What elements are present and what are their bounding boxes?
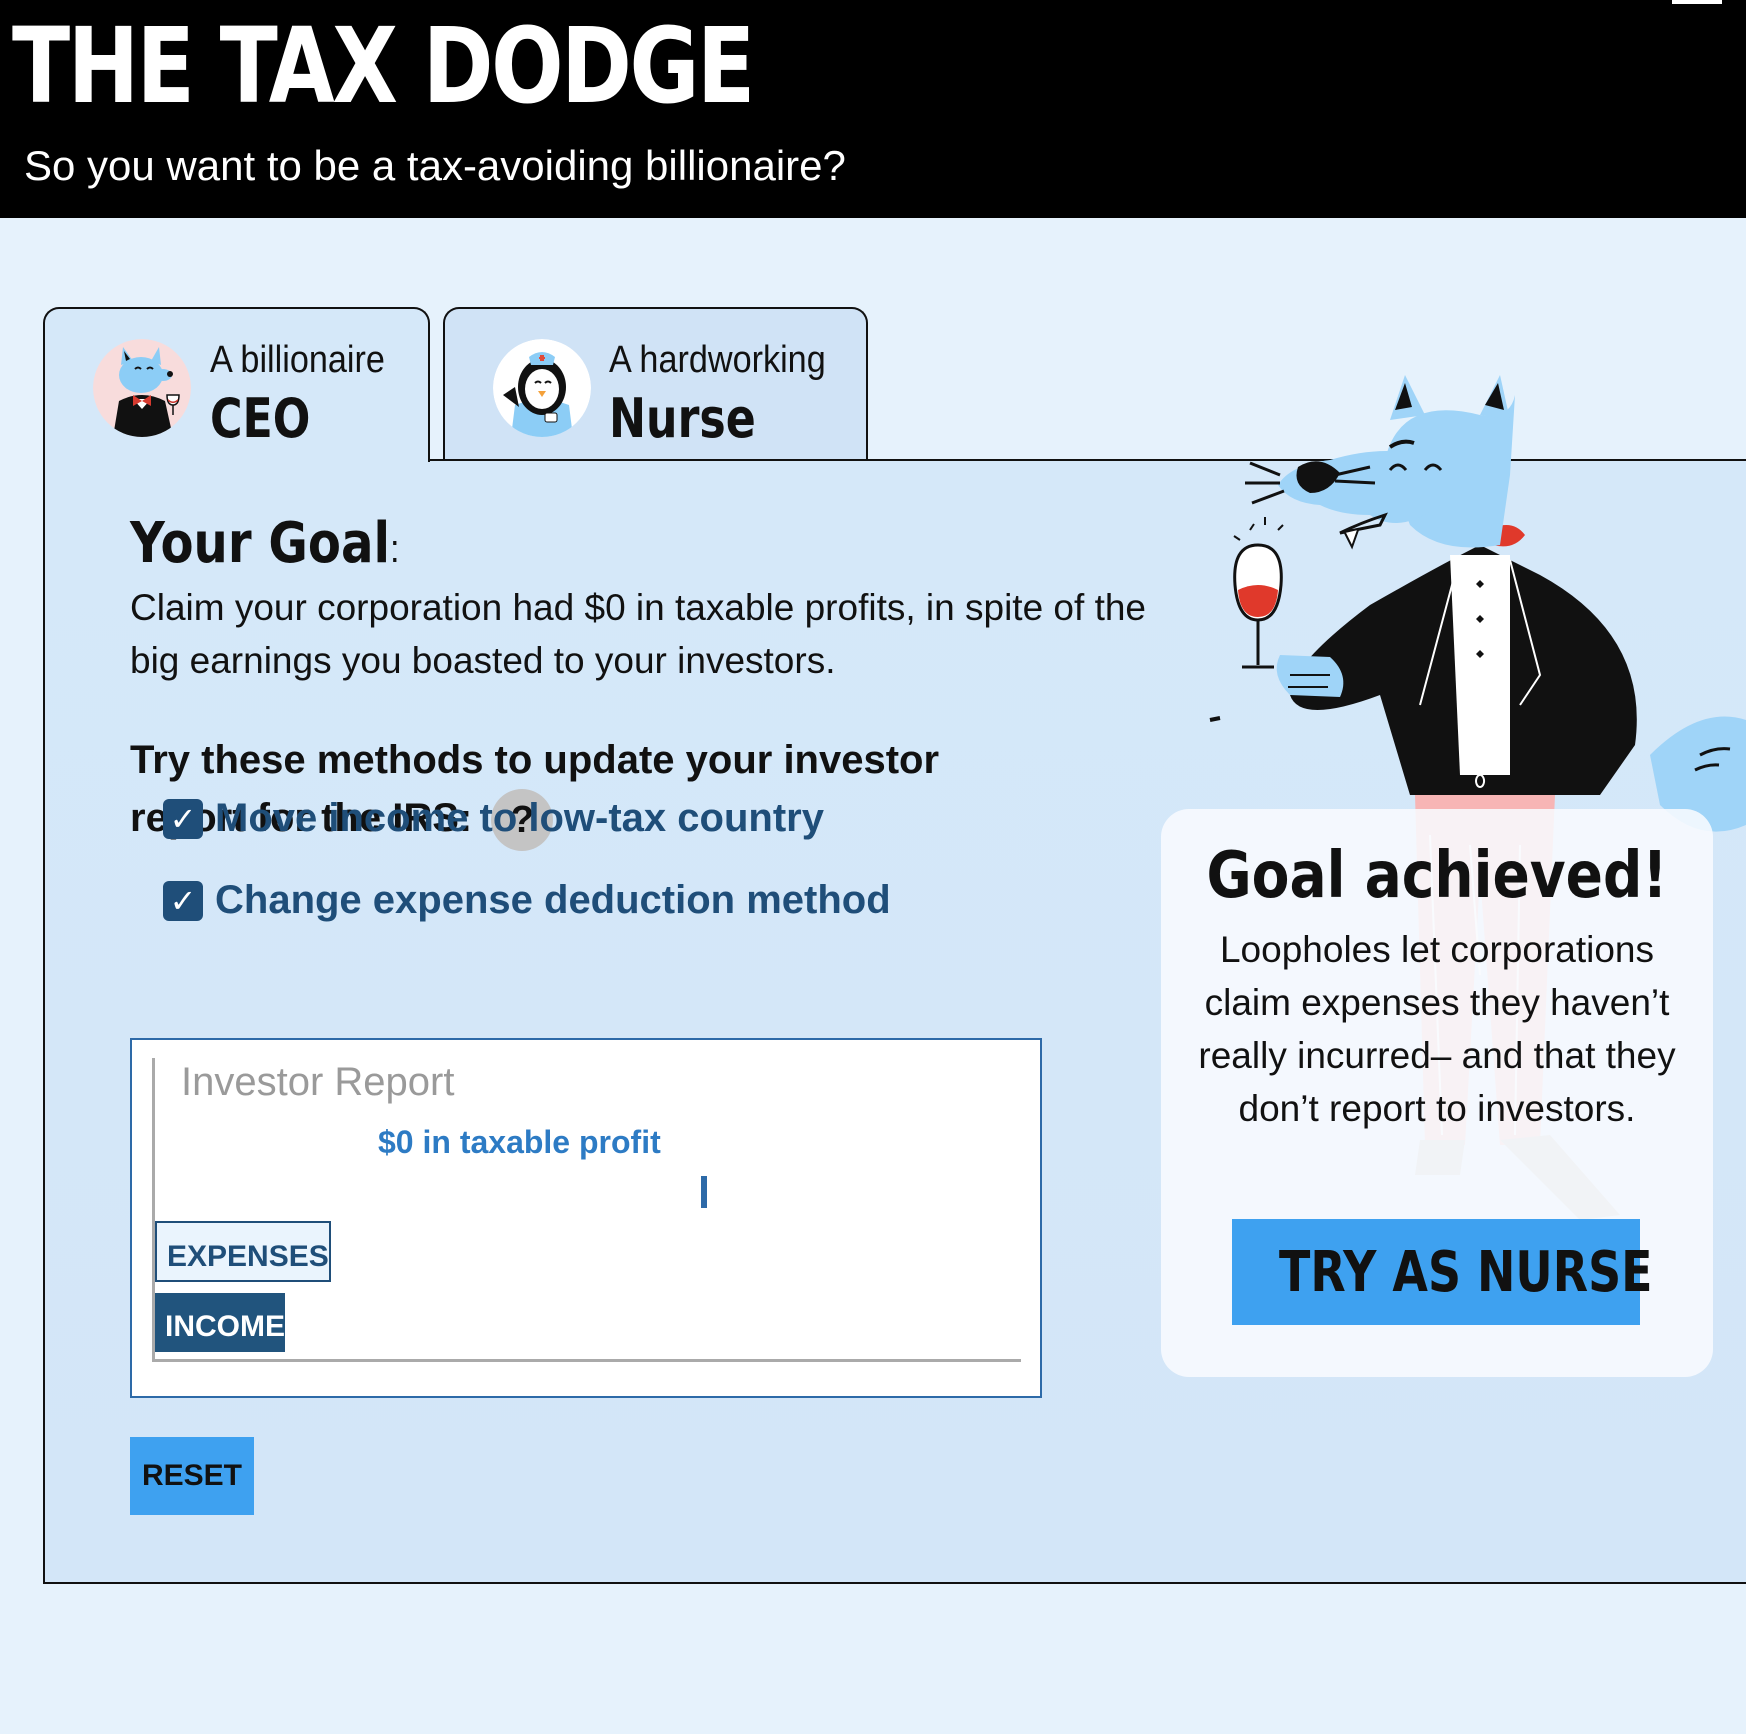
- goal-description: Claim your corporation had $0 in taxable…: [130, 587, 1147, 681]
- result-description: Loopholes let corporations claim expense…: [1198, 929, 1676, 1129]
- investor-report-chart: Investor Report $0 in taxable profit EXP…: [130, 1038, 1042, 1398]
- goal-heading-colon: :: [389, 527, 400, 571]
- taxable-profit-label: $0 in taxable profit: [378, 1124, 661, 1160]
- tab-nurse-subtitle: A hardworking: [609, 339, 826, 381]
- tab-ceo[interactable]: A billionaire CEO: [43, 307, 430, 462]
- checkbox-checked-icon: ✓: [163, 798, 203, 839]
- goal-heading-text: Your Goal: [130, 511, 390, 576]
- income-bar-label: INCOME: [165, 1310, 285, 1343]
- goal-heading: Your Goal:: [130, 511, 400, 576]
- expenses-bar: EXPENSES: [155, 1221, 331, 1282]
- method-move-income-checkbox[interactable]: ✓ Move income to low-tax country: [163, 796, 824, 841]
- reset-button[interactable]: RESET: [130, 1437, 254, 1515]
- penguin-nurse-icon: [493, 339, 591, 437]
- income-bar: INCOME: [155, 1293, 285, 1352]
- result-title: Goal achieved!: [1206, 839, 1668, 913]
- try-as-nurse-button[interactable]: TRY AS NURSE: [1232, 1219, 1653, 1325]
- method-move-income-label: Move income to low-tax country: [215, 796, 824, 840]
- chart-title: Investor Report: [181, 1060, 455, 1104]
- checkbox-checked-icon: ✓: [163, 880, 203, 921]
- header-corner-mark: [1672, 0, 1722, 4]
- page-subtitle: So you want to be a tax-avoiding billion…: [24, 142, 846, 189]
- chart-x-axis: [152, 1359, 1021, 1362]
- expenses-bar-label: EXPENSES: [167, 1240, 329, 1273]
- try-as-nurse-label: TRY AS NURSE: [1278, 1239, 1653, 1305]
- wolf-ceo-icon: [93, 339, 191, 437]
- tab-nurse-title: Nurse: [609, 387, 756, 450]
- page-title: THE TAX DODGE: [12, 5, 755, 127]
- tab-ceo-subtitle: A billionaire: [210, 339, 385, 381]
- method-expense-deduction-checkbox[interactable]: ✓ Change expense deduction method: [163, 878, 891, 923]
- tab-nurse[interactable]: A hardworking Nurse: [443, 307, 868, 459]
- tab-ceo-title: CEO: [210, 387, 311, 450]
- result-card: Goal achieved! Loopholes let corporation…: [1161, 809, 1713, 1377]
- page-header: THE TAX DODGE So you want to be a tax-av…: [0, 0, 1746, 218]
- method-expense-deduction-label: Change expense deduction method: [215, 878, 891, 922]
- taxable-profit-marker: [701, 1176, 707, 1208]
